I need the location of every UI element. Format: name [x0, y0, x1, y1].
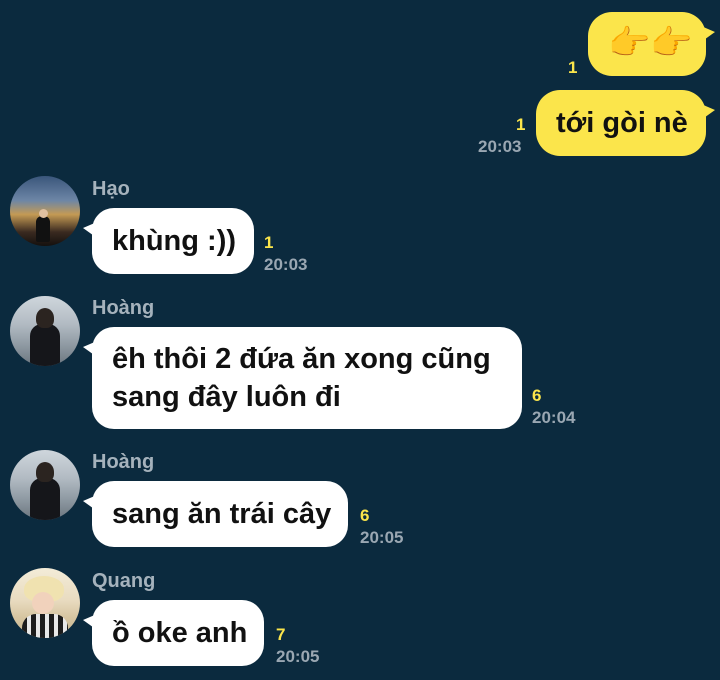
- message-bubble-outgoing[interactable]: 👉👉: [588, 12, 715, 76]
- unread-count: 1: [568, 58, 578, 77]
- sender-name: Hoàng: [92, 297, 155, 319]
- message-timestamp: 20:04: [532, 408, 576, 427]
- avatar-hoang[interactable]: [10, 450, 80, 520]
- avatar-quang[interactable]: [10, 568, 80, 638]
- avatar-hoang[interactable]: [10, 296, 80, 366]
- message-text: khùng :)): [112, 225, 237, 257]
- message-bubble-incoming[interactable]: êh thôi 2 đứa ăn xong cũng sang đây luôn…: [83, 327, 522, 429]
- message-timestamp: 20:05: [276, 647, 320, 666]
- message-bubble-incoming[interactable]: khùng :)): [83, 208, 254, 274]
- message-timestamp: 20:03: [264, 255, 308, 274]
- message-bubble-outgoing[interactable]: tới gòi nè: [536, 90, 715, 156]
- message-text: sang ăn trái cây: [112, 498, 332, 530]
- message-text: êh thôi 2 đứa ăn xong cũng sang đây luôn…: [112, 343, 491, 413]
- sender-name: Quang: [92, 570, 156, 592]
- message-text: tới gòi nè: [556, 107, 688, 139]
- sender-name: Hoàng: [92, 451, 155, 473]
- unread-count: 1: [516, 115, 526, 134]
- message-timestamp: 20:05: [360, 528, 404, 547]
- unread-count: 6: [532, 386, 542, 405]
- sender-name: Hạo: [92, 178, 130, 200]
- unread-count: 1: [264, 233, 274, 252]
- pointing-right-emoji: 👉👉: [608, 24, 693, 62]
- avatar-hao[interactable]: [10, 176, 80, 246]
- unread-count: 6: [360, 506, 370, 525]
- message-bubble-incoming[interactable]: sang ăn trái cây: [83, 481, 348, 547]
- message-text: ồ oke anh: [112, 617, 248, 649]
- message-bubble-incoming[interactable]: ồ oke anh: [83, 600, 264, 666]
- message-timestamp: 20:03: [478, 137, 522, 156]
- unread-count: 7: [276, 625, 286, 644]
